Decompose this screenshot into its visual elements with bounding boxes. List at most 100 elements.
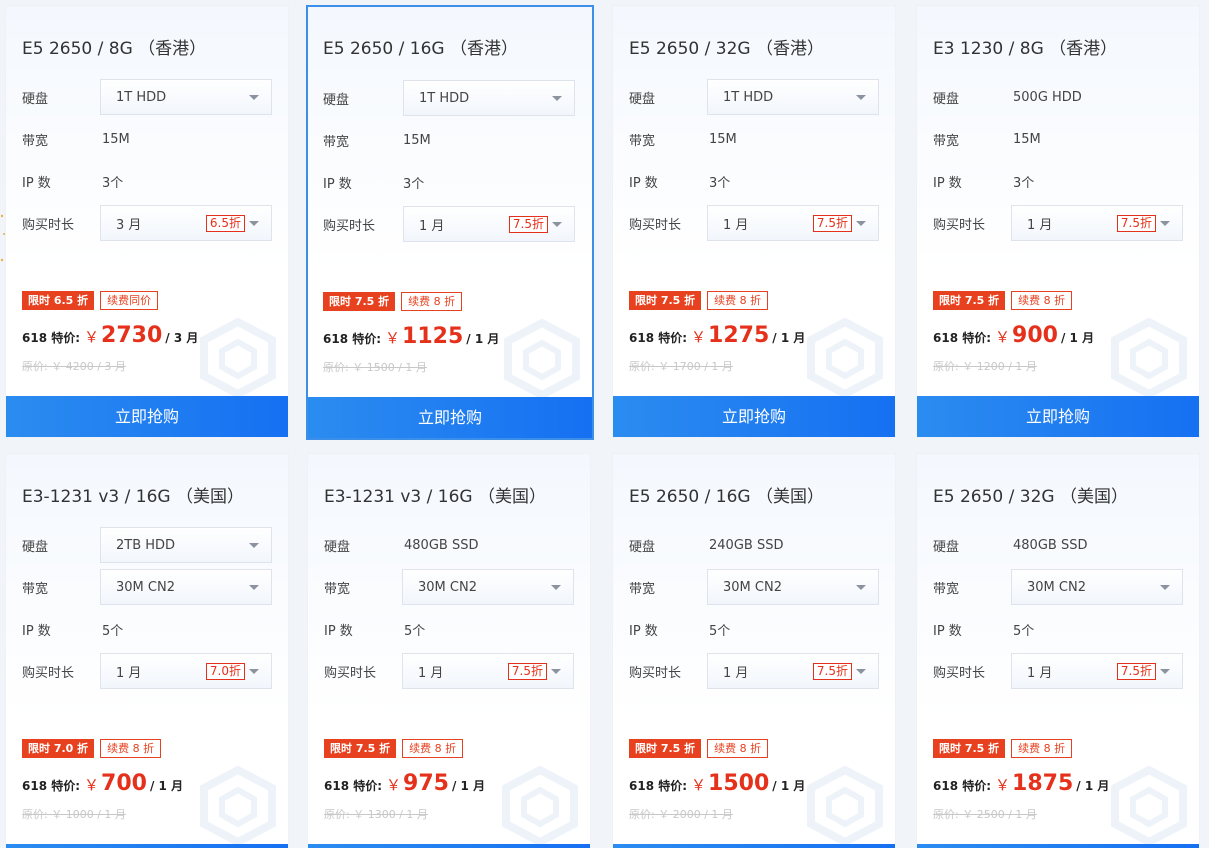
disk-value: 1T HDD bbox=[419, 90, 470, 106]
duration-row: 购买时长 1 月 7.5折 bbox=[324, 653, 574, 689]
duration-label: 购买时长 bbox=[323, 218, 376, 234]
original-price: 原价: ￥ 1500 / 1 月 bbox=[323, 361, 427, 374]
duration-select[interactable]: 1 月 7.5折 bbox=[403, 206, 575, 242]
special-price: 618 特价: ￥ 1875 / 1 月 bbox=[933, 771, 1109, 796]
bandwidth-row: 带宽 15M bbox=[933, 121, 1183, 157]
bandwidth-select[interactable]: 30M CN2 bbox=[100, 569, 272, 605]
duration-select[interactable]: 1 月 7.5折 bbox=[1011, 653, 1183, 689]
buy-now-button[interactable]: 立即抢购 bbox=[917, 844, 1199, 848]
ip-value: 3个 bbox=[403, 176, 425, 192]
bandwidth-label: 带宽 bbox=[629, 133, 656, 149]
duration-label: 购买时长 bbox=[933, 665, 986, 681]
promo-tags: 限时 6.5 折 续费同价 bbox=[22, 291, 159, 310]
duration-label: 购买时长 bbox=[324, 665, 377, 681]
duration-row: 购买时长 1 月 7.5折 bbox=[933, 205, 1183, 241]
limited-discount-tag: 限时 7.5 折 bbox=[933, 291, 1006, 310]
original-price: 原价: ￥ 1000 / 1 月 bbox=[22, 808, 126, 821]
duration-select[interactable]: 1 月 7.5折 bbox=[707, 205, 879, 241]
buy-now-button[interactable]: 立即抢购 bbox=[308, 397, 592, 438]
buy-now-button[interactable]: 立即抢购 bbox=[6, 844, 288, 848]
card-config-panel: E5 2650 / 32G （美国） 硬盘 480GB SSD 带宽 30M C… bbox=[917, 454, 1199, 716]
ip-value: 3个 bbox=[709, 175, 731, 191]
bandwidth-value: 30M CN2 bbox=[418, 579, 477, 595]
price-value: 1875 bbox=[1012, 771, 1074, 796]
price-unit: / 1 月 bbox=[1076, 779, 1110, 793]
product-title: E3-1231 v3 / 16G （美国） bbox=[324, 487, 546, 507]
disk-label: 硬盘 bbox=[22, 539, 49, 555]
chevron-down-icon bbox=[249, 221, 259, 226]
duration-select[interactable]: 3 月 6.5折 bbox=[100, 205, 272, 241]
buy-now-button[interactable]: 立即抢购 bbox=[917, 396, 1199, 437]
renewal-tag: 续费同价 bbox=[100, 291, 159, 310]
disk-select[interactable]: 2TB HDD bbox=[100, 527, 272, 563]
duration-select[interactable]: 1 月 7.0折 bbox=[100, 653, 272, 689]
ip-row: IP 数 5个 bbox=[629, 611, 879, 647]
watermark-cube-icon bbox=[504, 318, 580, 397]
disk-row: 硬盘 480GB SSD bbox=[324, 527, 574, 563]
special-price-label: 618 特价: bbox=[933, 779, 992, 793]
duration-value: 1 月 bbox=[418, 665, 444, 681]
card-config-panel: E5 2650 / 16G （美国） 硬盘 240GB SSD 带宽 30M C… bbox=[613, 454, 895, 716]
limited-discount-tag: 限时 7.0 折 bbox=[22, 739, 95, 758]
special-price-label: 618 特价: bbox=[323, 332, 382, 346]
bandwidth-label: 带宽 bbox=[22, 581, 49, 597]
buy-now-button[interactable]: 立即抢购 bbox=[613, 396, 895, 437]
card-config-panel: E5 2650 / 16G （香港） 硬盘 1T HDD 带宽 15M IP 数… bbox=[308, 7, 592, 269]
duration-select[interactable]: 1 月 7.5折 bbox=[1011, 205, 1183, 241]
chevron-down-icon bbox=[856, 95, 866, 100]
bandwidth-select[interactable]: 30M CN2 bbox=[707, 569, 879, 605]
limited-discount-tag: 限时 7.5 折 bbox=[629, 291, 702, 310]
watermark-cube-icon bbox=[200, 317, 276, 396]
buy-now-button[interactable]: 立即抢购 bbox=[308, 844, 590, 848]
special-price-label: 618 特价: bbox=[324, 779, 383, 793]
special-price-label: 618 特价: bbox=[22, 779, 81, 793]
price-unit: / 1 月 bbox=[149, 779, 184, 793]
price-value: 900 bbox=[1012, 323, 1058, 348]
buy-now-button[interactable]: 立即抢购 bbox=[6, 396, 288, 437]
disk-value: 1T HDD bbox=[723, 89, 774, 105]
product-card: E3-1231 v3 / 16G （美国） 硬盘 2TB HDD 带宽 30M … bbox=[5, 453, 289, 848]
disk-select[interactable]: 1T HDD bbox=[100, 79, 272, 115]
chevron-down-icon bbox=[552, 222, 562, 227]
special-price-label: 618 特价: bbox=[629, 331, 688, 345]
card-price-panel: 限时 7.5 折 续费 8 折 618 特价: ￥ 1125 / 1 月 原价:… bbox=[308, 269, 592, 397]
card-price-panel: 限时 6.5 折 续费同价 618 特价: ￥ 2730 / 3 月 原价: ￥… bbox=[6, 268, 288, 396]
duration-select[interactable]: 1 月 7.5折 bbox=[402, 653, 574, 689]
bandwidth-select[interactable]: 30M CN2 bbox=[402, 569, 574, 605]
original-price: 原价: ￥ 1300 / 1 月 bbox=[324, 808, 428, 821]
disk-label: 硬盘 bbox=[629, 91, 656, 107]
disk-label: 硬盘 bbox=[629, 539, 656, 555]
duration-discount-badge: 7.5折 bbox=[508, 216, 548, 233]
bandwidth-value: 15M bbox=[102, 131, 130, 147]
duration-select[interactable]: 1 月 7.5折 bbox=[707, 653, 879, 689]
price-unit: / 3 月 bbox=[165, 331, 199, 345]
watermark-cube-icon bbox=[1111, 765, 1187, 844]
disk-value: 1T HDD bbox=[116, 89, 167, 105]
ip-row: IP 数 3个 bbox=[933, 163, 1183, 199]
bandwidth-label: 带宽 bbox=[22, 133, 49, 149]
price-value: 975 bbox=[403, 771, 449, 796]
original-price: 原价: ￥ 1700 / 1 月 bbox=[629, 360, 733, 373]
price-unit: / 1 月 bbox=[772, 779, 806, 793]
currency-symbol: ￥ bbox=[84, 328, 100, 346]
original-price: 原价: ￥ 2000 / 1 月 bbox=[629, 808, 733, 821]
disk-row: 硬盘 480GB SSD bbox=[933, 527, 1183, 563]
ip-value: 3个 bbox=[1013, 175, 1035, 191]
watermark-cube-icon bbox=[1111, 317, 1187, 396]
chevron-down-icon bbox=[249, 543, 259, 548]
disk-select[interactable]: 1T HDD bbox=[707, 79, 879, 115]
ip-row: IP 数 5个 bbox=[933, 611, 1183, 647]
duration-discount-badge: 7.5折 bbox=[1116, 663, 1156, 680]
buy-now-button[interactable]: 立即抢购 bbox=[613, 844, 895, 848]
limited-discount-tag: 限时 7.5 折 bbox=[629, 739, 702, 758]
duration-label: 购买时长 bbox=[933, 217, 986, 233]
bandwidth-select[interactable]: 30M CN2 bbox=[1011, 569, 1183, 605]
duration-label: 购买时长 bbox=[629, 665, 682, 681]
price-value: 1500 bbox=[708, 771, 770, 796]
disk-value: 480GB SSD bbox=[404, 537, 479, 553]
chevron-down-icon bbox=[1160, 221, 1170, 226]
bandwidth-row: 带宽 15M bbox=[323, 122, 577, 158]
promo-tags: 限时 7.5 折 续费 8 折 bbox=[933, 291, 1073, 310]
disk-select[interactable]: 1T HDD bbox=[403, 80, 575, 116]
duration-value: 1 月 bbox=[419, 218, 445, 234]
